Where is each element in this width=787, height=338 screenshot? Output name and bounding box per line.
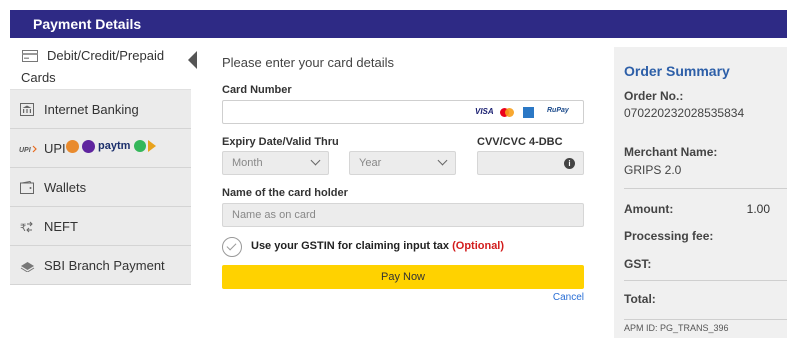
divider bbox=[624, 280, 787, 281]
amount-value: 1.00 bbox=[746, 202, 770, 216]
merchant-value: GRIPS 2.0 bbox=[624, 163, 682, 177]
order-summary-title: Order Summary bbox=[624, 63, 730, 79]
month-select[interactable]: Month bbox=[222, 151, 329, 175]
gst-label: GST: bbox=[624, 257, 652, 271]
paytm-icon: paytm bbox=[98, 140, 131, 152]
card-holder-input[interactable]: Name as on card bbox=[222, 203, 584, 227]
cvv-input[interactable]: i bbox=[477, 151, 584, 175]
page-title: Payment Details bbox=[33, 16, 142, 32]
card-holder-placeholder: Name as on card bbox=[232, 209, 316, 221]
apm-id: APM ID: PG_TRANS_396 bbox=[624, 323, 729, 333]
month-select-value: Month bbox=[232, 157, 263, 169]
info-icon[interactable]: i bbox=[564, 158, 575, 169]
gstin-optional: (Optional) bbox=[452, 240, 505, 252]
rupay-logo: RuPay bbox=[547, 107, 569, 114]
sidebar-item-label: NEFT bbox=[44, 219, 78, 234]
branch-icon bbox=[20, 262, 35, 272]
sidebar-item-internet-banking[interactable]: Internet Banking bbox=[10, 90, 191, 129]
whatsapp-icon bbox=[134, 140, 146, 152]
page-header: Payment Details bbox=[10, 10, 787, 38]
cancel-link[interactable]: Cancel bbox=[553, 292, 584, 303]
order-no-label: Order No.: bbox=[624, 89, 684, 103]
check-circle-icon[interactable] bbox=[222, 237, 242, 257]
sidebar-item-label: Internet Banking bbox=[44, 102, 139, 117]
bank-icon bbox=[20, 103, 34, 116]
year-select[interactable]: Year bbox=[349, 151, 456, 175]
gstin-text: Use your GSTIN for claiming input tax bbox=[251, 240, 453, 252]
neft-icon: ₹ bbox=[20, 221, 33, 233]
phonepe-icon-2 bbox=[82, 140, 95, 153]
sidebar-item-upi[interactable]: UPI UPI paytm bbox=[10, 129, 191, 168]
card-logos: VISA RuPay bbox=[475, 107, 575, 119]
card-number-input[interactable]: VISA RuPay bbox=[222, 100, 584, 124]
visa-logo: VISA bbox=[475, 107, 494, 116]
wallet-icon bbox=[20, 181, 34, 194]
form-intro: Please enter your card details bbox=[222, 55, 394, 70]
merchant-label: Merchant Name: bbox=[624, 145, 718, 159]
expiry-label: Expiry Date/Valid Thru bbox=[222, 136, 339, 148]
active-indicator-arrow bbox=[188, 51, 197, 69]
sidebar-item-label: Wallets bbox=[44, 180, 87, 195]
total-label: Total: bbox=[624, 292, 656, 306]
processing-fee-label: Processing fee: bbox=[624, 229, 714, 243]
card-holder-label: Name of the card holder bbox=[222, 187, 348, 199]
upi-icon: UPI bbox=[19, 145, 37, 153]
card-number-label: Card Number bbox=[222, 84, 292, 96]
mastercard-icon-2 bbox=[505, 108, 514, 117]
sidebar-item-label: Debit/Credit/Prepaid bbox=[47, 48, 165, 63]
chevron-down-icon bbox=[310, 155, 321, 166]
divider bbox=[624, 188, 787, 189]
sidebar-item-sbi-branch[interactable]: SBI Branch Payment bbox=[10, 246, 191, 285]
pay-now-button[interactable]: Pay Now bbox=[222, 265, 584, 289]
cvv-label: CVV/CVC 4-DBC bbox=[477, 136, 563, 148]
card-icon bbox=[22, 50, 38, 62]
order-summary: Order Summary Order No.: 070220232028535… bbox=[614, 47, 787, 338]
amex-icon bbox=[523, 107, 534, 118]
sidebar-item-label-cont: Cards bbox=[21, 70, 56, 85]
order-no-value: 070220232028535834 bbox=[624, 106, 745, 120]
svg-text:₹: ₹ bbox=[20, 223, 26, 233]
sidebar-item-wallets[interactable]: Wallets bbox=[10, 168, 191, 207]
sidebar-item-label: UPI bbox=[44, 141, 66, 156]
divider bbox=[624, 319, 787, 320]
sidebar-item-cards[interactable]: Debit/Credit/Prepaid Cards bbox=[10, 38, 197, 90]
sidebar-item-label: SBI Branch Payment bbox=[44, 258, 165, 273]
year-select-value: Year bbox=[359, 157, 382, 169]
arrow-logo-icon bbox=[148, 140, 156, 152]
payment-method-sidebar: Debit/Credit/Prepaid Cards Internet Bank… bbox=[10, 38, 197, 288]
sidebar-item-neft[interactable]: ₹ NEFT bbox=[10, 207, 191, 246]
svg-text:UPI: UPI bbox=[19, 147, 32, 153]
gstin-label: Use your GSTIN for claiming input tax (O… bbox=[251, 240, 504, 252]
phonepe-icon bbox=[66, 140, 79, 153]
amount-label: Amount: bbox=[624, 202, 674, 216]
chevron-down-icon bbox=[437, 155, 448, 166]
